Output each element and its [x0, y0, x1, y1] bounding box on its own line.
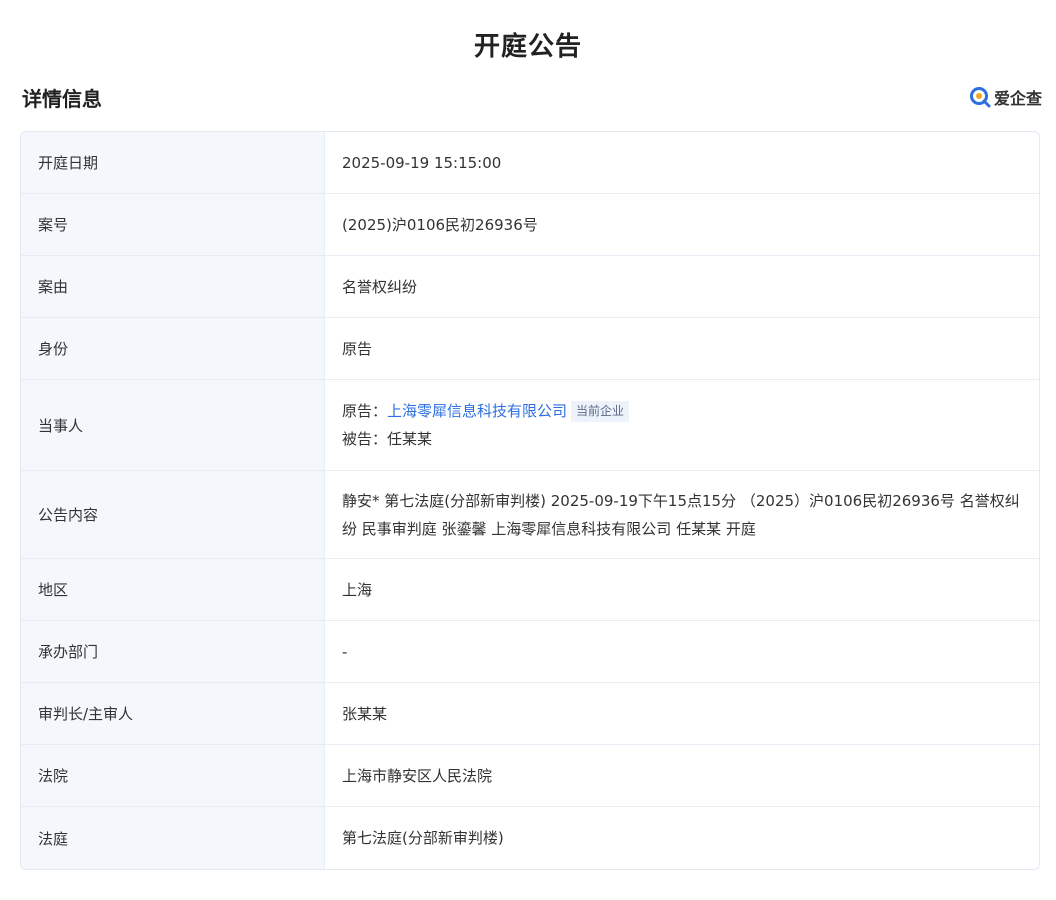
courtroom-value: 第七法庭(分部新审判楼)	[342, 829, 504, 847]
page-title: 开庭公告	[473, 32, 582, 62]
table-row: 法院 上海市静安区人民法院	[21, 745, 1039, 807]
court-value: 上海市静安区人民法院	[325, 745, 1039, 807]
row-label: 公告内容	[21, 471, 325, 559]
department-value: -	[325, 621, 1039, 683]
table-row: 开庭日期 2025-09-19 15:15:00	[21, 132, 1039, 194]
row-label: 身份	[21, 318, 325, 380]
case-cause-value: 名誉权纠纷	[325, 256, 1039, 318]
row-label: 案由	[21, 256, 325, 318]
row-label: 案号	[21, 194, 325, 256]
hearing-date-value: 2025-09-19 15:15:00	[325, 132, 1039, 194]
row-label: 审判长/主审人	[21, 683, 325, 745]
role-value: 原告	[325, 318, 1039, 380]
row-label: 当事人	[21, 380, 325, 471]
case-number-value: (2025)沪0106民初26936号	[325, 194, 1039, 256]
presiding-judge-value: 张某某	[325, 683, 1039, 745]
table-row: 地区 上海	[21, 559, 1039, 621]
brand-name: 爱企查	[993, 89, 1042, 108]
table-row: 案号 (2025)沪0106民初26936号	[21, 194, 1039, 256]
table-row: 公告内容 静安* 第七法庭(分部新审判楼) 2025-09-19下午15点15分…	[21, 471, 1039, 559]
defendant-name: 任某某	[387, 430, 433, 448]
table-row: 法庭 第七法庭(分部新审判楼)	[21, 807, 1039, 869]
brand-logo[interactable]: 爱企查	[969, 85, 1042, 109]
plaintiff-line: 原告：上海零犀信息科技有限公司 当前企业	[342, 397, 1022, 425]
defendant-label: 被告：	[342, 430, 388, 448]
row-label: 地区	[21, 559, 325, 621]
table-row: 身份 原告	[21, 318, 1039, 380]
current-company-badge: 当前企业	[571, 401, 630, 422]
table-row: 审判长/主审人 张某某	[21, 683, 1039, 745]
aiqicha-logo-icon	[969, 87, 991, 108]
defendant-line: 被告：任某某	[342, 425, 1022, 453]
plaintiff-label: 原告：	[342, 402, 388, 420]
table-row: 承办部门 -	[21, 621, 1039, 683]
parties-value: 原告：上海零犀信息科技有限公司 当前企业 被告：任某某	[325, 380, 1039, 471]
plaintiff-company-link[interactable]: 上海零犀信息科技有限公司	[387, 402, 567, 420]
row-label: 承办部门	[21, 621, 325, 683]
detail-table: 开庭日期 2025-09-19 15:15:00 案号 (2025)沪0106民…	[20, 131, 1040, 870]
table-row: 当事人 原告：上海零犀信息科技有限公司 当前企业 被告：任某某	[21, 380, 1039, 471]
section-header: 详情信息 爱企查	[22, 82, 1042, 112]
row-label: 开庭日期	[21, 132, 325, 194]
announcement-content-value: 静安* 第七法庭(分部新审判楼) 2025-09-19下午15点15分 （202…	[325, 471, 1039, 559]
row-label: 法庭	[21, 807, 325, 869]
table-row: 案由 名誉权纠纷	[21, 256, 1039, 318]
section-title: 详情信息	[22, 86, 102, 111]
region-value: 上海	[325, 559, 1039, 621]
row-label: 法院	[21, 745, 325, 807]
